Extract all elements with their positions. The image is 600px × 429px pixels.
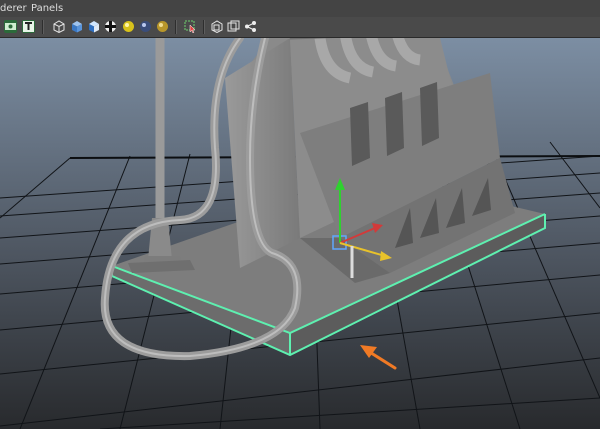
3d-viewport[interactable]: [0, 38, 600, 429]
checker-icon[interactable]: [104, 20, 117, 33]
xray-icon[interactable]: [210, 20, 223, 33]
toolbar-separator: [42, 20, 44, 34]
reflection-sphere-icon[interactable]: [156, 20, 169, 33]
share-icon[interactable]: [244, 20, 257, 33]
panel-toolbar: [0, 17, 600, 38]
menu-panels[interactable]: Panels: [31, 0, 63, 17]
menu-bar: derer Panels: [0, 0, 600, 17]
xray-joints-icon[interactable]: [227, 20, 240, 33]
text-icon[interactable]: [22, 20, 35, 33]
toolbar-separator: [203, 20, 205, 34]
lights-sphere-icon[interactable]: [122, 20, 135, 33]
menu-renderer[interactable]: derer: [0, 0, 27, 17]
isolate-select-icon[interactable]: [184, 20, 197, 33]
textured-cube-icon[interactable]: [87, 20, 100, 33]
camera-attributes-icon[interactable]: [4, 20, 17, 33]
shadows-sphere-icon[interactable]: [139, 20, 152, 33]
smooth-shade-cube-icon[interactable]: [70, 20, 83, 33]
toolbar-separator: [175, 20, 177, 34]
maya-window: derer Panels: [0, 0, 600, 429]
wireframe-cube-icon[interactable]: [52, 20, 65, 33]
